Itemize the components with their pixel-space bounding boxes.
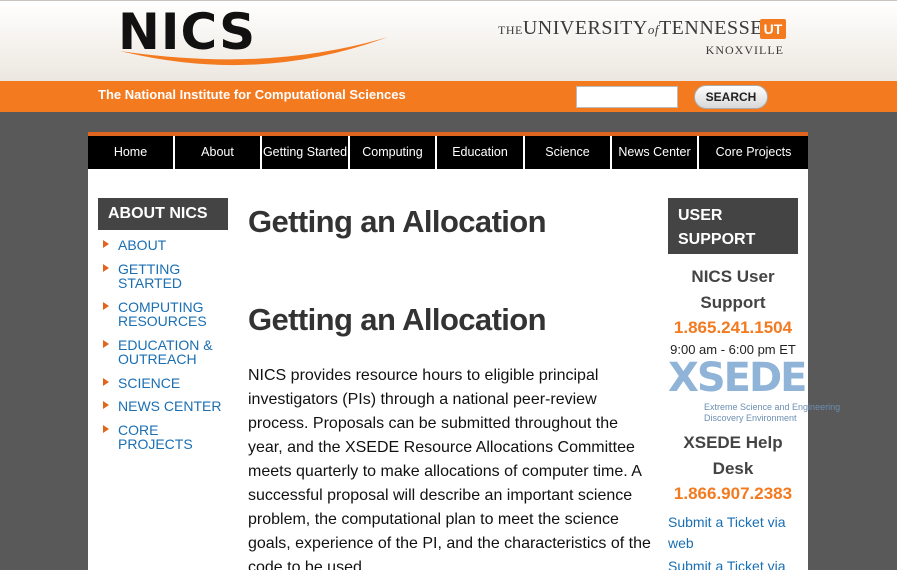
arrow-right-icon: [103, 240, 109, 248]
campus-name: KNOXVILLE: [705, 43, 784, 57]
user-support-heading: USER SUPPORT: [668, 198, 798, 254]
xsede-logo-tagline-1: Extreme Science and Engineering: [704, 402, 841, 412]
university-name: THEUNIVERSITYofTENNESSEE: [498, 17, 776, 39]
nav-news-center[interactable]: News Center: [612, 136, 699, 169]
search-input[interactable]: [576, 86, 678, 108]
submit-ticket-web-link[interactable]: Submit a Ticket via web: [668, 512, 798, 554]
page-title: Getting an Allocation: [248, 204, 547, 239]
tagline-bar: The National Institute for Computational…: [0, 81, 897, 112]
university-logo[interactable]: THEUNIVERSITYofTENNESSEE UT KNOXVILLE: [498, 17, 790, 61]
arrow-right-icon: [103, 424, 109, 433]
intro-paragraph: NICS provides resource hours to eligible…: [248, 367, 651, 570]
ut-mark-icon: UT: [760, 19, 786, 39]
search-button[interactable]: SEARCH: [694, 85, 768, 109]
sidebar-item-news-center[interactable]: NEWS CENTER: [98, 399, 228, 414]
sidebar-item-computing-resources[interactable]: COMPUTING RESOURCES: [98, 299, 228, 329]
right-sidebar: USER SUPPORT NICS User Support 1.865.241…: [668, 198, 840, 570]
xsede-phone: 1.866.907.2383: [673, 484, 793, 503]
arrow-right-icon: [103, 301, 109, 310]
arrow-right-icon: [103, 339, 109, 348]
site-header: NICS THEUNIVERSITYofTENNESSEE UT KNOXVIL…: [0, 0, 897, 81]
xsede-logo-tagline-2: Discovery Environment: [704, 413, 797, 423]
nav-computing[interactable]: Computing: [350, 136, 437, 169]
xsede-logo-text: XSEDE: [668, 355, 807, 401]
main-nav: Home About Getting Started Computing Edu…: [88, 136, 808, 169]
main-container: Home About Getting Started Computing Edu…: [88, 132, 840, 570]
main-content: Getting an Allocation Getting an Allocat…: [248, 202, 653, 570]
left-sidebar-menu: ABOUT GETTING STARTED COMPUTING RESOURCE…: [98, 238, 228, 452]
nav-core-projects[interactable]: Core Projects: [699, 136, 808, 169]
xsede-help-title: XSEDE Help Desk: [683, 433, 783, 478]
submit-ticket-email-link[interactable]: Submit a Ticket via email: [668, 556, 798, 570]
nav-about[interactable]: About: [175, 136, 262, 169]
sidebar-item-education-outreach[interactable]: EDUCATION & OUTREACH: [98, 337, 228, 367]
site-tagline: The National Institute for Computational…: [98, 87, 406, 102]
arrow-right-icon: [103, 263, 109, 272]
sidebar-item-getting-started[interactable]: GETTING STARTED: [98, 261, 228, 291]
left-sidebar-heading: ABOUT NICS: [98, 198, 228, 230]
sidebar-item-core-projects[interactable]: CORE PROJECTS: [98, 422, 228, 452]
nics-support-title: NICS User Support: [691, 267, 775, 312]
arrow-right-icon: [103, 401, 109, 409]
section-title: Getting an Allocation: [248, 302, 547, 337]
arrow-right-icon: [103, 377, 109, 386]
logo-text: NICS: [118, 3, 257, 61]
sidebar-item-science[interactable]: SCIENCE: [98, 375, 228, 391]
nav-education[interactable]: Education: [437, 136, 525, 169]
xsede-logo[interactable]: XSEDE Extreme Science and Engineering Di…: [668, 358, 840, 428]
nics-logo[interactable]: NICS: [118, 7, 393, 73]
left-sidebar: ABOUT NICS ABOUT GETTING STARTED COMPUTI…: [98, 198, 228, 461]
nics-phone: 1.865.241.1504: [673, 318, 793, 337]
sidebar-item-about[interactable]: ABOUT: [98, 238, 228, 253]
nav-home[interactable]: Home: [88, 136, 175, 169]
nav-science[interactable]: Science: [525, 136, 612, 169]
nav-getting-started[interactable]: Getting Started: [262, 136, 350, 169]
